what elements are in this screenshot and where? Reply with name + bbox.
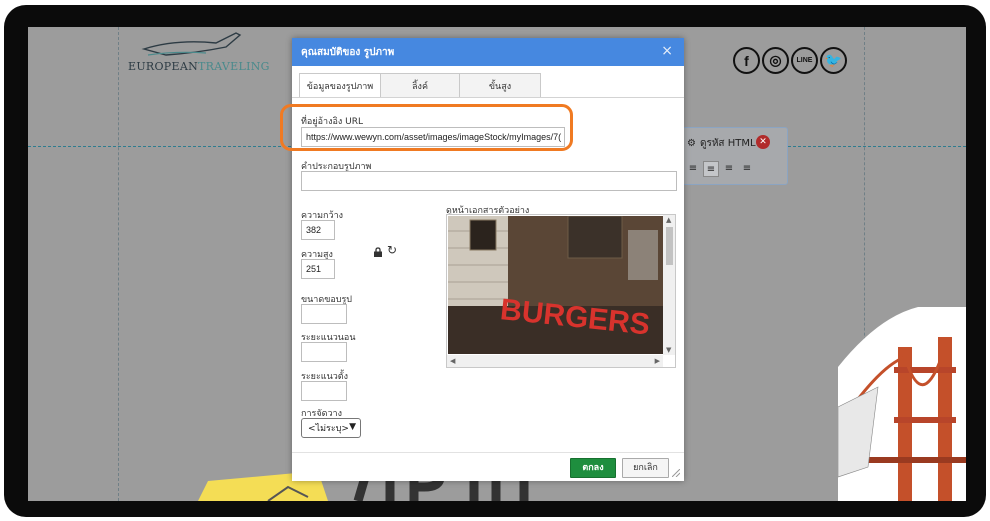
height-input[interactable]: 251 [301,259,335,279]
logo-text-left: EUROPEAN [128,60,199,73]
hspace-input[interactable] [301,342,347,362]
align-select[interactable]: <ไม่ระบุ> ▼ [301,418,361,438]
align-center-icon[interactable]: ≡ [703,161,719,177]
preview-vertical-scrollbar[interactable]: ▲ ▼ [663,215,675,355]
social-icons: f ◎ LINE 🐦 [733,47,847,74]
tab-advanced[interactable]: ขั้นสูง [459,73,541,98]
reset-size-icon[interactable]: ↻ [387,244,397,256]
tab-link[interactable]: ลิ้งค์ [380,73,460,98]
url-highlight [280,104,573,151]
cancel-button[interactable]: ยกเลิก [622,458,669,478]
align-left-icon[interactable]: ≡ [721,161,737,177]
guide-line [118,27,119,501]
image-properties-dialog: คุณสมบัติของ รูปภาพ × ข้อมูลของรูปภาพ ลิ… [280,38,684,481]
delete-icon[interactable]: ✕ [756,135,770,149]
align-justify-icon[interactable]: ≡ [739,161,755,177]
facebook-icon[interactable]: f [733,47,760,74]
close-icon[interactable]: × [661,43,673,59]
ok-button[interactable]: ตกลง [570,458,616,478]
dialog-tabs: ข้อมูลของรูปภาพ ลิ้งค์ ขั้นสูง [299,73,541,98]
view-html-button[interactable]: ⚙ ดูรหัส HTML [687,136,756,151]
preview-box: BURGERS ▲ ▼ ◀ ▶ [446,214,676,368]
dialog-title: คุณสมบัติของ รูปภาพ [301,47,395,58]
border-input[interactable] [301,304,347,324]
airplane-logo-icon [141,32,242,56]
align-buttons: ≡ ≡ ≡ ≡ [685,161,755,177]
instagram-icon[interactable]: ◎ [762,47,789,74]
twitter-icon[interactable]: 🐦 [820,47,847,74]
view-html-label: ดูรหัส HTML [699,138,756,149]
preview-image: BURGERS [448,216,663,354]
bridge-illustration [838,307,966,501]
resize-grip-icon[interactable] [672,469,680,477]
width-input[interactable]: 382 [301,220,335,240]
alt-text-input[interactable] [301,171,677,191]
tab-divider [292,97,684,98]
preview-horizontal-scrollbar[interactable]: ◀ ▶ [447,355,663,367]
lock-ratio-icon[interactable] [373,247,383,257]
footer-divider [292,452,684,453]
code-icon: ⚙ [687,138,696,149]
dialog-header: คุณสมบัติของ รูปภาพ × [292,38,684,66]
chevron-down-icon: ▼ [349,422,356,432]
vspace-input[interactable] [301,381,347,401]
tab-image-info[interactable]: ข้อมูลของรูปภาพ [299,73,381,98]
align-select-value: <ไม่ระบุ> [308,424,349,434]
logo-text-right: TRAVELING [198,60,270,73]
edit-toolbar: ⚙ ดูรหัส HTML ✕ ≡ ≡ ≡ ≡ [678,127,788,185]
line-icon[interactable]: LINE [791,47,818,74]
site-logo: EUROPEAN TRAVELING [128,27,278,87]
align-right-icon[interactable]: ≡ [685,161,701,177]
